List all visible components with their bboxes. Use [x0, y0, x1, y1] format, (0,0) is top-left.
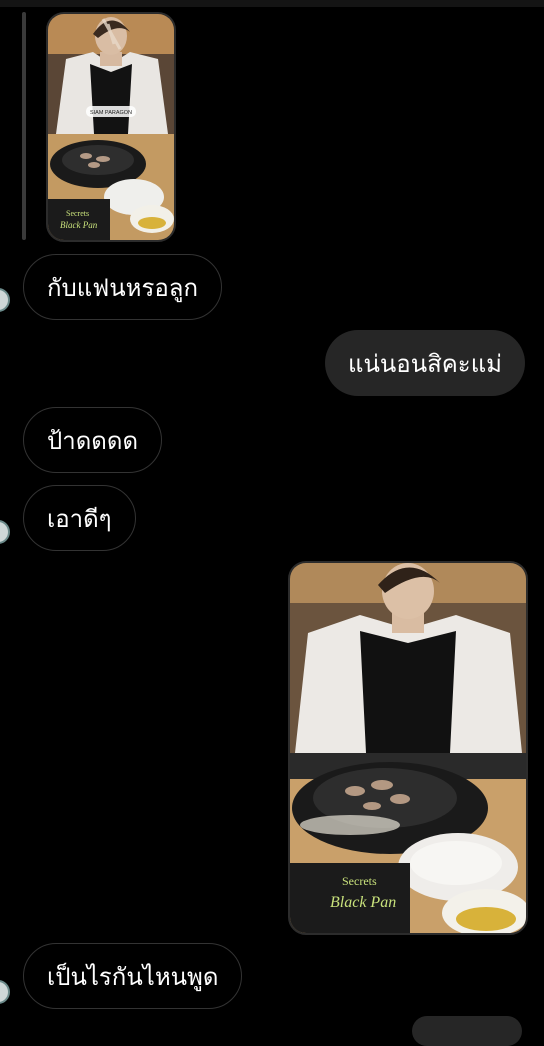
incoming-message[interactable]: เอาดีๆ [23, 485, 136, 551]
message-text: เป็นไรกันไหนพูด [47, 962, 219, 991]
message-text: ป้าดดดด [47, 426, 139, 455]
outgoing-message[interactable]: แน่นอนสิคะแม่ [325, 330, 525, 396]
incoming-message[interactable]: กับแฟนหรอลูก [23, 254, 222, 320]
sender-avatar[interactable] [0, 980, 10, 1004]
shared-photo-small[interactable]: Secrets Black Pan SIAM PARAGON [46, 12, 176, 242]
location-sticker: SIAM PARAGON [90, 110, 132, 116]
restaurant-sign-line3-large: Black Pan [330, 894, 396, 911]
message-text: แน่นอนสิคะแม่ [348, 349, 502, 378]
shared-photo-large[interactable]: Secrets Black Pan [288, 561, 528, 935]
restaurant-sign-line1: Secrets [66, 209, 89, 218]
reply-indicator-line [22, 12, 26, 240]
message-text: เอาดีๆ [47, 504, 112, 533]
restaurant-sign-line3: Black Pan [60, 220, 98, 230]
sender-avatar[interactable] [0, 288, 10, 312]
message-text: กับแฟนหรอลูก [47, 273, 198, 302]
outgoing-message-partial[interactable] [412, 1016, 522, 1046]
incoming-message[interactable]: เป็นไรกันไหนพูด [23, 943, 243, 1009]
restaurant-sign-line1-large: Secrets [342, 874, 377, 888]
incoming-message[interactable]: ป้าดดดด [23, 407, 163, 473]
top-status-strip [0, 0, 544, 7]
sender-avatar[interactable] [0, 520, 10, 544]
